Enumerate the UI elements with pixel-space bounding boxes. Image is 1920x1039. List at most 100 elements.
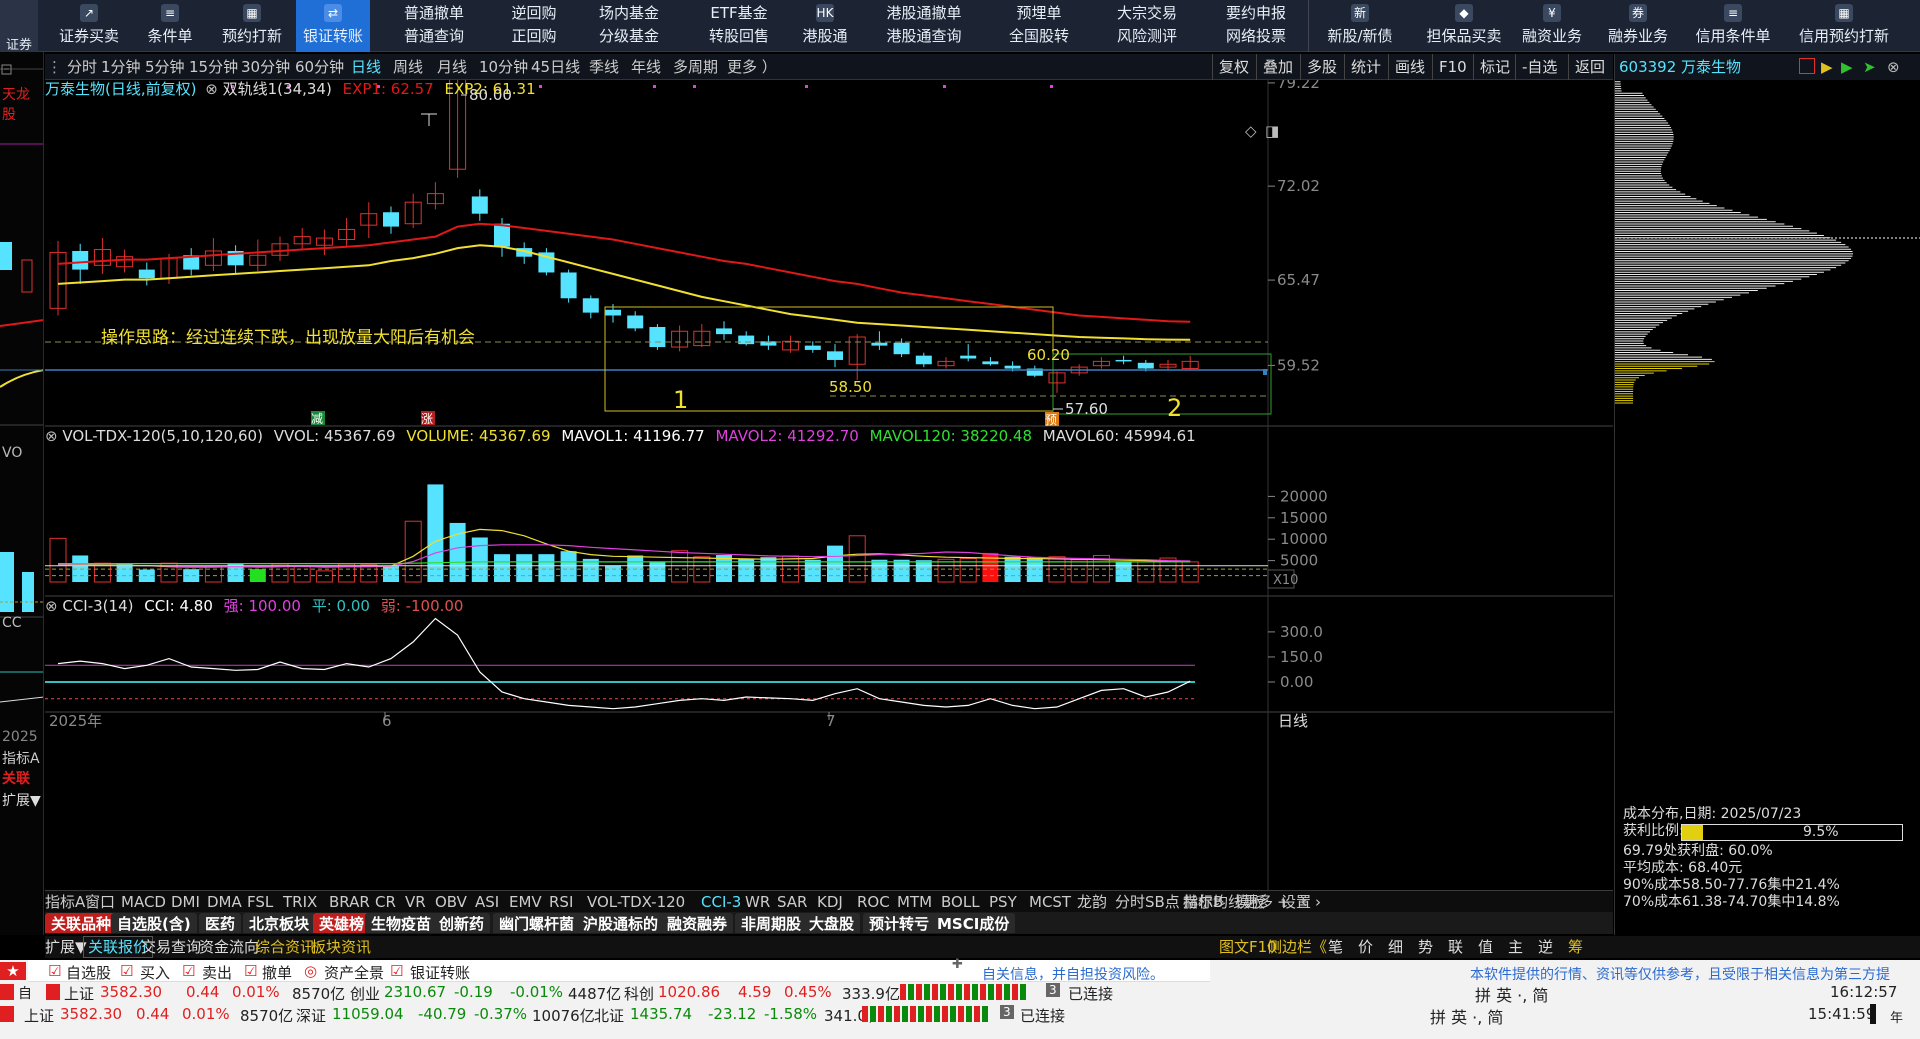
- indicator-tab[interactable]: DMA: [207, 891, 242, 913]
- overlay-button[interactable]: 叠加: [1256, 54, 1293, 80]
- toolbar-pair-5[interactable]: 港股通撤单 港股通查询: [870, 2, 978, 50]
- quick-watchlist[interactable]: 自选股: [66, 962, 111, 983]
- collateral-trade-button[interactable]: ◆ 担保品买卖: [1418, 0, 1510, 52]
- draw-button[interactable]: 画线: [1388, 54, 1425, 80]
- indicator-tab[interactable]: 龙韵: [1077, 891, 1107, 913]
- indicator-tab[interactable]: DMI: [171, 891, 200, 913]
- indicator-tab[interactable]: VR: [405, 891, 426, 913]
- chart-area[interactable]: 79.22 72.02 65.47 59.52 20000 15000 10000 5000 X…: [45, 80, 1613, 935]
- left-indicator-label[interactable]: 指标A: [2, 748, 40, 768]
- tender-offer-link[interactable]: 要约申报: [1212, 2, 1300, 25]
- sector-tab[interactable]: 生物疫苗: [365, 913, 438, 933]
- cci-gear-icon[interactable]: ⊗: [45, 597, 58, 615]
- sector-tab[interactable]: 关联品种: [45, 913, 118, 933]
- new-stock-button[interactable]: 新新股/新债: [1318, 0, 1402, 52]
- row1-ime[interactable]: 拼 英 ·, 简: [1475, 982, 1548, 1006]
- sector-tab[interactable]: 沪股通标的: [577, 913, 665, 933]
- period-tab[interactable]: 季线: [589, 54, 619, 80]
- toolbar-pair-6[interactable]: 预埋单 全国股转: [995, 2, 1083, 50]
- side-menu-button[interactable]: 证券: [0, 0, 38, 53]
- trade-button[interactable]: ↗ 证券买卖: [44, 0, 134, 52]
- hk-query-link[interactable]: 港股通查询: [870, 25, 978, 48]
- side-tab-5[interactable]: 联: [1448, 936, 1463, 958]
- quick-assets-icon[interactable]: ◎: [304, 962, 317, 980]
- indicator-tab[interactable]: TRIX: [283, 891, 317, 913]
- period-tab[interactable]: 分时: [67, 54, 97, 80]
- quick-watchlist-icon[interactable]: ☑: [48, 962, 61, 980]
- indicator-tab[interactable]: WR: [745, 891, 770, 913]
- quick-transfer-icon[interactable]: ☑: [390, 962, 403, 980]
- ipo-subscribe-button[interactable]: ▦ 预约打新: [208, 0, 296, 52]
- indicator-tab[interactable]: 窗口: [85, 891, 115, 913]
- indicator-tab[interactable]: CR: [375, 891, 396, 913]
- toolbar-pair-8[interactable]: 要约申报 网络投票: [1212, 2, 1300, 50]
- period-tab[interactable]: 多周期: [673, 54, 718, 80]
- hk-connect-button[interactable]: HK 港股通: [795, 0, 855, 52]
- sector-tab[interactable]: 医药: [199, 913, 242, 933]
- add-icon[interactable]: +: [1277, 891, 1290, 913]
- indicator-tab[interactable]: BRAR: [329, 891, 370, 913]
- sector-tab[interactable]: 英雄榜: [313, 913, 371, 933]
- rp-tool2-icon[interactable]: ▶: [1821, 54, 1833, 80]
- toolbar-pair-2[interactable]: 逆回购 正回购: [490, 2, 578, 50]
- credit-condition-button[interactable]: ≡ 信用条件单: [1686, 0, 1780, 52]
- sector-tab[interactable]: MSCI成份: [931, 913, 1016, 933]
- sector-tab[interactable]: 自选股(含): [111, 913, 197, 933]
- period-tab[interactable]: 45日线: [531, 54, 580, 80]
- sector-tab[interactable]: 幽门螺杆菌: [493, 913, 581, 933]
- rp-tool3-icon[interactable]: ▶: [1841, 54, 1853, 80]
- indicator-tab[interactable]: BOLL: [941, 891, 980, 913]
- sector-tab[interactable]: 北京板块: [243, 913, 316, 933]
- indicator-tab[interactable]: KDJ: [817, 891, 843, 913]
- stats-button[interactable]: 统计: [1344, 54, 1381, 80]
- period-tab[interactable]: 年线: [631, 54, 661, 80]
- side-tab-4[interactable]: 势: [1418, 936, 1433, 958]
- diamond-icon[interactable]: ◇: [1245, 122, 1257, 140]
- rp-tool1-icon[interactable]: [1799, 58, 1815, 74]
- convert-link[interactable]: 转股回售: [695, 25, 783, 48]
- period-tab[interactable]: 1分钟: [101, 54, 141, 80]
- credit-ipo-button[interactable]: ▦ 信用预约打新: [1786, 0, 1902, 52]
- hk-cancel-link[interactable]: 港股通撤单: [870, 2, 978, 25]
- indicator-tab[interactable]: 指标B: [1183, 891, 1223, 913]
- sector-tab[interactable]: 非周期股: [735, 913, 808, 933]
- expand-tab[interactable]: 扩展▼: [45, 936, 87, 958]
- indicator-tab[interactable]: PSY: [989, 891, 1017, 913]
- neeq-link[interactable]: 全国股转: [995, 25, 1083, 48]
- period-tab-selected[interactable]: 日线: [351, 54, 381, 80]
- indicator-tab[interactable]: ASI: [475, 891, 499, 913]
- vote-link[interactable]: 网络投票: [1212, 25, 1300, 48]
- indicator-tab[interactable]: 模板: [1235, 891, 1265, 913]
- trade-query-tab[interactable]: 交易查询: [141, 936, 201, 958]
- indicator-gear-icon[interactable]: ⊗: [205, 80, 218, 98]
- side-tab-9[interactable]: 筹: [1568, 936, 1583, 958]
- watchlist-remove-button[interactable]: -自选: [1515, 54, 1557, 80]
- quick-transfer[interactable]: 银证转账: [410, 962, 470, 983]
- toolbar-pair-4[interactable]: ETF基金 转股回售: [695, 2, 783, 50]
- rp-tool4-icon[interactable]: ➤: [1863, 54, 1876, 80]
- sidebar-tab[interactable]: 侧边栏《: [1267, 936, 1327, 958]
- condition-order-button[interactable]: ≡ 条件单: [134, 0, 206, 52]
- risk-test-link[interactable]: 风险测评: [1103, 25, 1191, 48]
- bank-transfer-button[interactable]: ⇄ 银证转账: [296, 0, 370, 52]
- indicator-tab[interactable]: OBV: [435, 891, 467, 913]
- period-tab[interactable]: 15分钟: [189, 54, 238, 80]
- news-tab[interactable]: 综合资讯: [255, 936, 315, 958]
- period-tab[interactable]: 10分钟: [479, 54, 528, 80]
- left-related-label[interactable]: 关联: [2, 768, 30, 788]
- f10-button[interactable]: F10: [1432, 54, 1467, 80]
- query-link[interactable]: 普通查询: [390, 25, 478, 48]
- more-periods[interactable]: 更多 ）: [727, 54, 777, 80]
- reverse-repo-link[interactable]: 逆回购: [490, 2, 578, 25]
- indicator-tab[interactable]: MCST: [1029, 891, 1071, 913]
- indicator-tab[interactable]: FSL: [247, 891, 273, 913]
- sector-tab[interactable]: 预计转亏: [863, 913, 936, 933]
- sector-tab[interactable]: 大盘股: [803, 913, 861, 933]
- quick-sell-icon[interactable]: ☑: [182, 962, 195, 980]
- adjust-button[interactable]: 复权: [1212, 54, 1249, 80]
- indicator-tab[interactable]: SAR: [777, 891, 807, 913]
- indicator-tab[interactable]: MACD: [121, 891, 166, 913]
- indicator-tab[interactable]: MTM: [897, 891, 932, 913]
- fund-link[interactable]: 场内基金: [585, 2, 673, 25]
- quick-assets[interactable]: 资产全景: [324, 962, 384, 983]
